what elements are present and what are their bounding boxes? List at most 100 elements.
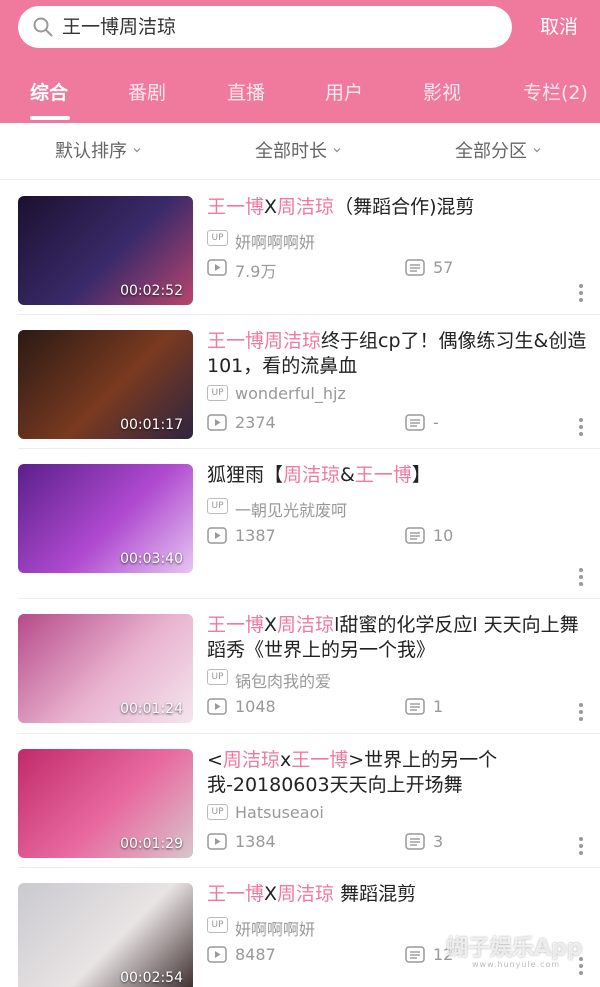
stats-row: 7.9万 57 [207,258,587,281]
title-keyword-highlight: 王一博周洁琼 [207,330,322,352]
chevron-down-icon [333,148,341,153]
stats-row: 1048 1 [207,697,587,717]
video-result-item[interactable]: 00:01:24 王一博X周洁琼l甜蜜的化学反应l 天天向上舞蹈秀《世界上的另一个… [0,599,600,734]
video-title[interactable]: 王一博X周洁琼l甜蜜的化学反应l 天天向上舞蹈秀《世界上的另一个我》 [207,613,587,663]
cancel-button[interactable]: 取消 [540,6,578,48]
watermark: 蝴子娱乐App [446,936,583,961]
video-result-item[interactable]: 00:01:17 王一博周洁琼终于组cp了！偶像练习生&创造101，看的流鼻血 UP… [0,315,600,449]
view-count: 2374 [235,413,276,432]
tab-0[interactable]: 综合 [30,78,68,105]
video-result-item[interactable]: 00:02:54 王一博X周洁琼 舞蹈混剪 UP 妍啊啊啊妍 8487 12 [0,868,600,987]
uploader-row[interactable]: UP 锅包肉我的爱 [207,668,587,691]
uploader-row[interactable]: UP 一朝见光就废呵 [207,497,587,520]
video-title[interactable]: <周洁琼x王一博>世界上的另一个我-20180603天天向上开场舞 [207,748,587,798]
up-badge: UP [207,804,228,820]
video-thumbnail[interactable]: 00:03:40 [18,464,193,573]
more-options-icon[interactable] [578,283,584,303]
video-thumbnail[interactable]: 00:02:54 [18,883,193,987]
title-keyword-highlight: 周洁琼 [283,464,341,486]
tab-3[interactable]: 用户 [325,78,363,105]
title-text: & [340,464,355,486]
uploader-name: 一朝见光就废呵 [235,501,348,520]
view-count: 1048 [235,697,276,716]
danmaku-count-icon [405,527,425,544]
more-options-icon[interactable] [578,567,584,587]
search-query-text: 王一博周洁琼 [62,16,177,38]
view-count: 8487 [235,945,276,964]
video-result-item[interactable]: 00:03:40 狐狸雨【周洁琼&王一博】 UP 一朝见光就废呵 1387 10 [0,449,600,599]
title-keyword-highlight: 王一博 [207,883,265,905]
tab-4[interactable]: 影视 [423,78,461,105]
title-text: X [264,196,278,218]
video-thumbnail[interactable]: 00:01:17 [18,330,193,439]
stats-row: 1384 3 [207,832,587,852]
uploader-row[interactable]: UP 妍啊啊啊妍 [207,229,587,252]
video-title[interactable]: 王一博X周洁琼（舞蹈合作)混剪 [207,195,587,220]
video-result-item[interactable]: 00:01:29 <周洁琼x王一博>世界上的另一个我-20180603天天向上开场… [0,734,600,868]
view-count: 1384 [235,832,276,851]
up-badge: UP [207,230,228,246]
search-input[interactable]: 王一博周洁琼 [18,6,512,48]
video-title[interactable]: 王一博周洁琼终于组cp了！偶像练习生&创造101，看的流鼻血 [207,329,587,379]
title-keyword-highlight: 周洁琼 [222,749,280,771]
filter-bar: 默认排序 全部时长 全部分区 [0,123,600,180]
video-duration: 00:01:29 [120,836,183,852]
chevron-down-icon [133,148,141,153]
title-text: 】 [411,464,431,486]
uploader-row[interactable]: UP wonderful_hjz [207,384,587,404]
filter-dropdown-2[interactable]: 全部分区 [455,123,541,180]
title-keyword-highlight: 周洁琼 [277,196,335,218]
title-keyword-highlight: 王一博 [291,749,349,771]
video-result-item[interactable]: 00:02:52 王一博X周洁琼（舞蹈合作)混剪 UP 妍啊啊啊妍 7.9万 57 [0,181,600,315]
title-text: X [264,614,278,636]
danmaku-count-icon [405,414,425,431]
video-thumbnail[interactable]: 00:01:24 [18,614,193,723]
video-duration: 00:02:52 [120,283,183,299]
video-thumbnail[interactable]: 00:02:52 [18,196,193,305]
more-options-icon[interactable] [578,702,584,722]
chevron-down-icon [533,148,541,153]
filter-label: 全部分区 [455,141,527,162]
filter-label: 全部时长 [255,141,327,162]
filter-dropdown-1[interactable]: 全部时长 [255,123,341,180]
tab-5[interactable]: 专栏(2) [523,78,588,105]
up-badge: UP [207,917,228,933]
danmaku-count: 3 [433,832,444,851]
danmaku-count-icon [405,946,425,963]
danmaku-count: 57 [433,258,454,277]
title-text: x [279,749,292,771]
title-keyword-highlight: 周洁琼 [277,614,335,636]
danmaku-count: 1 [433,697,444,716]
title-text: 狐狸雨【 [207,464,284,486]
result-tabs: 综合 番剧 直播 用户 影视 专栏(2) [0,66,600,123]
more-options-icon[interactable] [578,417,584,437]
up-badge: UP [207,669,228,685]
video-thumbnail[interactable]: 00:01:29 [18,749,193,858]
filter-dropdown-0[interactable]: 默认排序 [55,123,141,180]
search-header: 王一博周洁琼 取消 综合 番剧 直播 用户 影视 专栏(2) [0,0,600,123]
uploader-name: 锅包肉我的爱 [235,672,332,691]
uploader-name: wonderful_hjz [235,384,346,403]
danmaku-count-icon [405,833,425,850]
uploader-row[interactable]: UP Hatsuseaoi [207,803,587,823]
tab-1[interactable]: 番剧 [128,78,166,105]
video-title[interactable]: 王一博X周洁琼 舞蹈混剪 [207,882,587,907]
video-duration: 00:03:40 [120,551,183,567]
video-title[interactable]: 狐狸雨【周洁琼&王一博】 [207,463,587,488]
danmaku-count-icon [405,259,425,276]
tab-2[interactable]: 直播 [227,78,265,105]
play-count-icon [207,527,227,544]
uploader-name: 妍啊啊啊妍 [235,920,316,939]
search-icon [33,17,53,37]
play-count-icon [207,259,227,276]
filter-label: 默认排序 [55,141,127,162]
danmaku-count-icon [405,698,425,715]
title-keyword-highlight: 王一博 [207,196,265,218]
title-text: （舞蹈合作)混剪 [334,196,475,218]
title-keyword-highlight: 王一博 [207,614,265,636]
play-count-icon [207,414,227,431]
stats-row: 1387 10 [207,526,587,546]
more-options-icon[interactable] [578,836,584,856]
up-badge: UP [207,498,228,514]
uploader-name: 妍啊啊啊妍 [235,233,316,252]
